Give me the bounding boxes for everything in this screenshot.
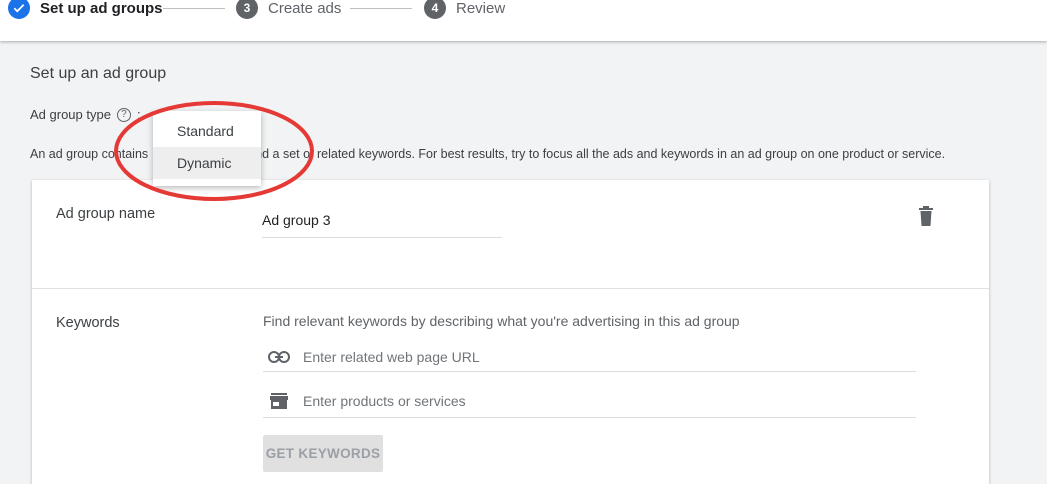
progress-stepper: Set up ad groups 3 Create ads 4 Review [0, 0, 1047, 41]
products-input-field[interactable]: Enter products or services [263, 384, 916, 418]
ad-group-type-dropdown: Standard Dynamic [153, 111, 261, 186]
ad-group-name-label: Ad group name [56, 206, 156, 222]
products-placeholder: Enter products or services [303, 392, 466, 409]
ad-group-card: Ad group name Ad group 3 Keywords Find r… [32, 180, 989, 484]
description-right: nd a set of related keywords. For best r… [255, 147, 946, 161]
step-review[interactable]: 4 Review [424, 0, 505, 19]
step-set-up-ad-groups[interactable]: Set up ad groups [8, 0, 163, 19]
step-connector [163, 8, 225, 9]
link-icon [267, 347, 291, 367]
ad-group-type-row: Ad group type ? : [30, 107, 141, 122]
get-keywords-button[interactable]: GET KEYWORDS [263, 435, 383, 472]
ad-group-name-input[interactable]: Ad group 3 [262, 212, 502, 238]
description-left: An ad group contains [30, 147, 149, 161]
step-create-ads[interactable]: 3 Create ads [236, 0, 341, 19]
ad-group-type-label: Ad group type [30, 107, 111, 122]
check-icon [8, 0, 30, 19]
keywords-help-text: Find relevant keywords by describing wha… [263, 313, 740, 329]
step-number: 3 [236, 0, 258, 19]
step-connector [350, 8, 412, 9]
url-placeholder: Enter related web page URL [303, 348, 480, 365]
keywords-label: Keywords [56, 315, 120, 331]
dropdown-option-standard[interactable]: Standard [153, 115, 261, 147]
type-colon: : [136, 107, 141, 122]
trash-icon[interactable] [918, 206, 938, 228]
url-input-field[interactable]: Enter related web page URL [263, 342, 916, 372]
step-label: Review [456, 0, 506, 17]
section-title: Set up an ad group [30, 65, 167, 82]
help-icon[interactable]: ? [116, 107, 131, 122]
step-label: Set up ad groups [40, 0, 163, 17]
step-label: Create ads [268, 0, 342, 17]
store-icon [267, 391, 291, 411]
card-divider [32, 288, 989, 289]
dropdown-option-dynamic[interactable]: Dynamic [153, 147, 261, 179]
step-number: 4 [424, 0, 446, 19]
